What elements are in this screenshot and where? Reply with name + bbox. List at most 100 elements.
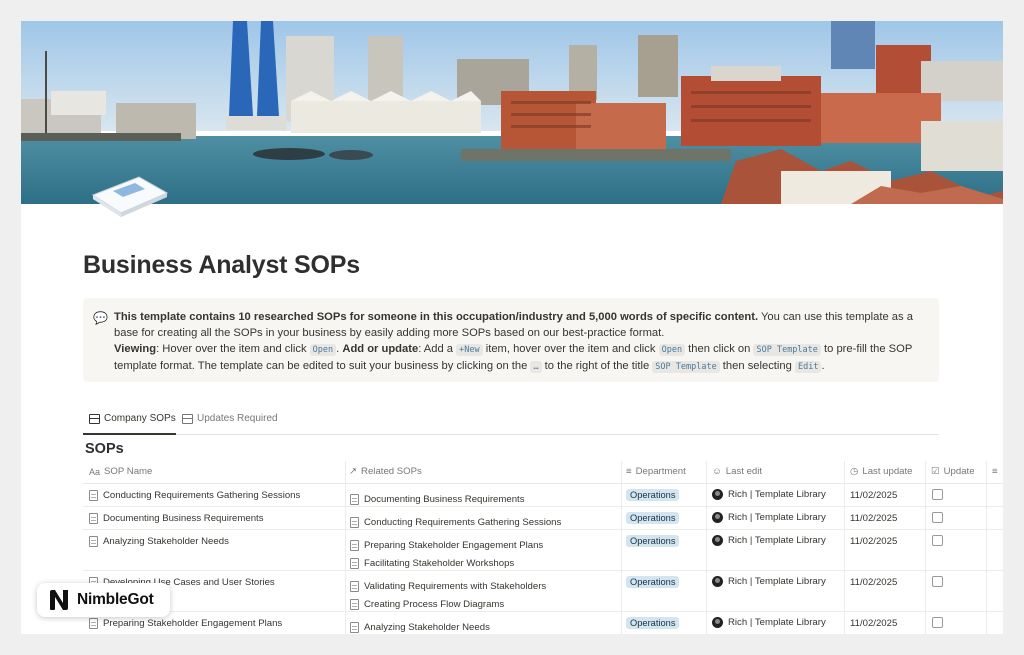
sop-name-cell[interactable]: Preparing Stakeholder Engagement Plans	[89, 618, 282, 629]
column-divider	[345, 571, 346, 611]
update-checkbox[interactable]	[932, 617, 943, 628]
related-sop-link[interactable]: Creating Process Flow Diagrams	[350, 595, 546, 613]
column-divider	[986, 612, 987, 634]
related-sop-label: Documenting Business Requirements	[364, 493, 525, 505]
callout-bold-intro: This template contains 10 researched SOP…	[114, 311, 759, 323]
person-icon: ☺	[712, 466, 722, 477]
edit-code: Edit	[794, 361, 822, 373]
column-divider	[844, 612, 845, 634]
avatar	[712, 512, 723, 523]
relation-arrow-icon: ↗	[349, 466, 358, 477]
page-icon	[350, 557, 359, 569]
sops-table: Aa SOP Name ↗ Related SOPs ≡ Department …	[83, 461, 1003, 634]
sop-name-cell[interactable]: Conducting Requirements Gathering Sessio…	[89, 490, 300, 501]
sop-name: Analyzing Stakeholder Needs	[103, 536, 229, 547]
text-property-icon: Aa	[89, 466, 101, 477]
callout-text-segment: : Hover over the item and click	[156, 343, 310, 355]
related-sops-cell[interactable]: Analyzing Stakeholder Needs	[350, 618, 490, 634]
related-sops-cell[interactable]: Validating Requirements with Stakeholder…	[350, 577, 546, 613]
department-tag[interactable]: Operations	[626, 576, 680, 588]
table-row[interactable]: Analyzing Stakeholder Needs Preparing St…	[83, 530, 1003, 571]
last-update-date[interactable]: 11/02/2025	[850, 536, 897, 547]
editor-name: Rich | Template Library	[728, 617, 826, 628]
last-edit-cell[interactable]: Rich | Template Library	[712, 512, 826, 523]
info-callout: 💬 This template contains 10 researched S…	[83, 298, 939, 382]
page-icon	[89, 513, 98, 524]
last-update-date[interactable]: 11/02/2025	[850, 577, 897, 588]
column-divider	[621, 530, 622, 570]
column-label: Last edit	[725, 466, 763, 477]
column-divider	[706, 507, 707, 529]
column-divider	[706, 571, 707, 611]
last-edit-cell[interactable]: Rich | Template Library	[712, 535, 826, 546]
department-tag[interactable]: Operations	[626, 617, 680, 629]
update-checkbox[interactable]	[932, 512, 943, 523]
column-header-last-update[interactable]: ◷ Last update	[850, 466, 913, 477]
tab-label: Company SOPs	[104, 413, 176, 424]
department-tag[interactable]: Operations	[626, 535, 680, 547]
tab-updates-required[interactable]: Updates Required	[182, 413, 278, 424]
update-checkbox[interactable]	[932, 489, 943, 500]
column-header-update[interactable]: ☑ Update	[931, 466, 975, 477]
callout-text-segment: item, hover over the item and click	[482, 343, 659, 355]
sop-name-cell[interactable]: Documenting Business Requirements	[89, 513, 264, 524]
update-checkbox[interactable]	[932, 576, 943, 587]
column-divider	[621, 571, 622, 611]
last-edit-cell[interactable]: Rich | Template Library	[712, 489, 826, 500]
avatar	[712, 489, 723, 500]
nimblegot-badge[interactable]: NimbleGot	[37, 583, 170, 617]
speech-bubble-icon: 💬	[93, 311, 108, 325]
column-header-department[interactable]: ≡ Department	[626, 466, 686, 477]
column-header-sop-name[interactable]: Aa SOP Name	[89, 466, 152, 477]
update-checkbox[interactable]	[932, 535, 943, 546]
table-row[interactable]: Developing Use Cases and User Stories Va…	[83, 571, 1003, 612]
page-icon	[350, 580, 359, 592]
tab-company-sops[interactable]: Company SOPs	[89, 413, 176, 424]
related-sops-cell[interactable]: Preparing Stakeholder Engagement Plans F…	[350, 536, 543, 572]
sop-name: Conducting Requirements Gathering Sessio…	[103, 490, 301, 501]
column-divider	[706, 530, 707, 570]
viewing-label: Viewing	[114, 343, 157, 355]
related-sop-link[interactable]: Conducting Requirements Gathering Sessio…	[350, 513, 561, 531]
table-icon	[89, 413, 100, 424]
callout-text-segment: : Add a	[418, 343, 457, 355]
editor-name: Rich | Template Library	[728, 489, 826, 500]
column-divider	[925, 484, 926, 506]
table-row[interactable]: Preparing Stakeholder Engagement Plans A…	[83, 612, 1003, 634]
column-header-more[interactable]: ≡	[992, 466, 998, 477]
database-title[interactable]: SOPs	[85, 441, 124, 457]
related-sop-label: Conducting Requirements Gathering Sessio…	[364, 516, 562, 528]
column-divider	[986, 507, 987, 529]
related-sop-link[interactable]: Analyzing Stakeholder Needs	[350, 618, 490, 634]
column-header-last-edit[interactable]: ☺ Last edit	[712, 466, 762, 477]
table-row[interactable]: Documenting Business Requirements Conduc…	[83, 507, 1003, 530]
page-title[interactable]: Business Analyst SOPs	[83, 251, 360, 280]
column-divider	[706, 484, 707, 506]
last-edit-cell[interactable]: Rich | Template Library	[712, 617, 826, 628]
related-sops-cell[interactable]: Documenting Business Requirements	[350, 490, 525, 508]
last-edit-cell[interactable]: Rich | Template Library	[712, 576, 826, 587]
column-header-related-sops[interactable]: ↗ Related SOPs	[349, 466, 422, 477]
department-tag[interactable]: Operations	[626, 489, 680, 501]
related-sop-link[interactable]: Documenting Business Requirements	[350, 490, 525, 508]
sop-name: Preparing Stakeholder Engagement Plans	[103, 618, 283, 629]
view-tabs: Company SOPs Updates Required	[83, 410, 939, 435]
related-sop-link[interactable]: Facilitating Stakeholder Workshops	[350, 554, 543, 572]
column-divider	[925, 461, 926, 483]
last-update-date[interactable]: 11/02/2025	[850, 618, 897, 629]
department-tag[interactable]: Operations	[626, 512, 680, 524]
sop-name-cell[interactable]: Analyzing Stakeholder Needs	[89, 536, 229, 547]
column-divider	[925, 530, 926, 570]
nimblegot-logo-icon	[50, 590, 68, 610]
column-label: SOP Name	[104, 466, 153, 477]
last-update-date[interactable]: 11/02/2025	[850, 490, 897, 501]
editor-name: Rich | Template Library	[728, 576, 826, 587]
related-sop-link[interactable]: Preparing Stakeholder Engagement Plans	[350, 536, 543, 554]
callout-text[interactable]: This template contains 10 researched SOP…	[114, 309, 927, 375]
related-sop-link[interactable]: Validating Requirements with Stakeholder…	[350, 577, 546, 595]
table-row[interactable]: Conducting Requirements Gathering Sessio…	[83, 484, 1003, 507]
related-sops-cell[interactable]: Conducting Requirements Gathering Sessio…	[350, 513, 561, 531]
notion-page: Business Analyst SOPs 💬 This template co…	[21, 21, 1003, 634]
callout-text-segment: .	[821, 360, 825, 372]
last-update-date[interactable]: 11/02/2025	[850, 513, 897, 524]
